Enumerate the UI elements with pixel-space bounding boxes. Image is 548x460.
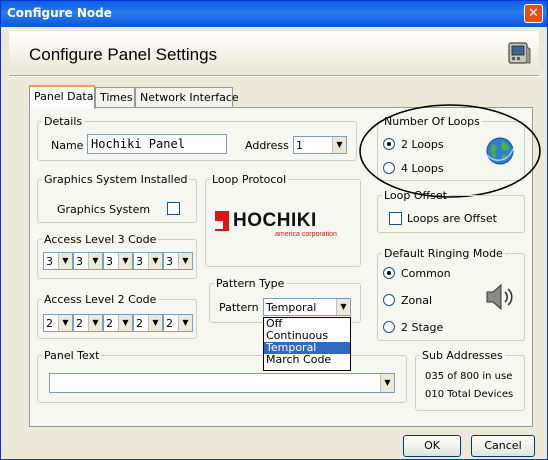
chevron-down-icon[interactable]: ▼ [118, 315, 132, 331]
tab-label: Panel Data [34, 90, 94, 103]
panel-text-select[interactable]: ▼ [49, 373, 395, 393]
chevron-down-icon[interactable]: ▼ [58, 253, 72, 269]
access3-digit-2[interactable]: 3 ▼ [73, 252, 103, 270]
chevron-down-icon[interactable]: ▼ [178, 315, 192, 331]
tab-network-interface[interactable]: Network Interface [135, 87, 239, 108]
panel-text-legend: Panel Text [44, 349, 100, 362]
access2-digit-2[interactable]: 2 ▼ [73, 314, 103, 332]
radio-2-stage[interactable] [383, 321, 395, 333]
access3-digit-5[interactable]: 3 ▼ [163, 252, 193, 270]
digit-value: 2 [46, 317, 53, 330]
cancel-button-label: Cancel [484, 439, 522, 452]
pattern-dropdown-list[interactable]: Off Continuous Temporal March Code [263, 317, 351, 371]
header-divider [9, 75, 539, 77]
hochiki-logo-text: HOCHIKI [233, 210, 317, 231]
digit-value: 2 [166, 317, 173, 330]
access3-digit-4[interactable]: 3 ▼ [133, 252, 163, 270]
panel-device-icon [508, 42, 531, 64]
ringing-mode-legend: Default Ringing Mode [384, 247, 503, 260]
digit-value: 3 [136, 255, 143, 268]
pattern-value: Temporal [266, 301, 317, 314]
chevron-down-icon[interactable]: ▼ [380, 374, 394, 392]
access3-digit-1[interactable]: 3 ▼ [43, 252, 73, 270]
address-label: Address [245, 139, 289, 152]
sub-addresses-legend: Sub Addresses [422, 349, 503, 362]
title-bar: Configure Node ✕ [1, 1, 547, 27]
details-legend: Details [44, 115, 83, 128]
digit-value: 2 [136, 317, 143, 330]
digit-value: 3 [46, 255, 53, 268]
name-label: Name [51, 139, 84, 152]
digit-value: 3 [166, 255, 173, 268]
loop-protocol-legend: Loop Protocol [212, 173, 287, 186]
address-value: 1 [296, 139, 303, 152]
access3-digit-3[interactable]: 3 ▼ [103, 252, 133, 270]
digit-value: 2 [76, 317, 83, 330]
hochiki-logo: HOCHIKI america corporation [213, 207, 351, 243]
sub-addresses-total: 010 Total Devices [425, 389, 514, 400]
cancel-button[interactable]: Cancel [471, 435, 535, 457]
loops-offset-checkbox[interactable] [389, 212, 402, 225]
access-level-3-legend: Access Level 3 Code [44, 233, 157, 246]
loops-offset-label: Loops are Offset [407, 212, 497, 225]
page-title: Configure Panel Settings [29, 45, 218, 64]
chevron-down-icon[interactable]: ▼ [148, 253, 162, 269]
speaker-icon [486, 283, 513, 311]
access-level-2-legend: Access Level 2 Code [44, 293, 157, 306]
address-select[interactable]: 1 ▼ [293, 136, 347, 154]
access2-digit-5[interactable]: 2 ▼ [163, 314, 193, 332]
configure-node-window: Configure Node ✕ Configure Panel Setting… [0, 0, 548, 460]
access2-digit-1[interactable]: 2 ▼ [43, 314, 73, 332]
tab-label: Times [100, 91, 133, 104]
radio-2-stage-label: 2 Stage [401, 321, 444, 334]
graphics-legend: Graphics System Installed [44, 173, 188, 186]
chevron-down-icon[interactable]: ▼ [88, 253, 102, 269]
chevron-down-icon[interactable]: ▼ [88, 315, 102, 331]
chevron-down-icon[interactable]: ▼ [148, 315, 162, 331]
access2-digit-4[interactable]: 2 ▼ [133, 314, 163, 332]
chevron-down-icon[interactable]: ▼ [58, 315, 72, 331]
chevron-down-icon[interactable]: ▼ [178, 253, 192, 269]
tab-times[interactable]: Times [95, 87, 135, 108]
name-input[interactable]: Hochiki Panel [87, 134, 227, 154]
graphics-checkbox-label: Graphics System [57, 203, 151, 216]
pattern-select[interactable]: Temporal ▼ [263, 298, 351, 316]
highlight-ellipse [359, 104, 541, 198]
close-icon: ✕ [528, 6, 539, 21]
radio-zonal-label: Zonal [401, 294, 433, 307]
radio-common-label: Common [401, 267, 451, 280]
ok-button-label: OK [424, 439, 440, 452]
digit-value: 2 [106, 317, 113, 330]
chevron-down-icon[interactable]: ▼ [336, 299, 350, 315]
loop-offset-legend: Loop Offset [384, 189, 447, 202]
pattern-type-legend: Pattern Type [216, 277, 285, 290]
close-button[interactable]: ✕ [524, 4, 543, 23]
chevron-down-icon[interactable]: ▼ [118, 253, 132, 269]
window-title: Configure Node [7, 6, 112, 20]
digit-value: 3 [106, 255, 113, 268]
chevron-down-icon[interactable]: ▼ [332, 137, 346, 153]
access2-digit-3[interactable]: 2 ▼ [103, 314, 133, 332]
tab-label: Network Interface [140, 91, 239, 104]
pattern-label: Pattern [219, 301, 259, 314]
sub-addresses-in-use: 035 of 800 in use [425, 371, 513, 382]
ok-button[interactable]: OK [403, 435, 461, 457]
hochiki-logo-subtext: america corporation [275, 231, 337, 238]
pattern-option-march-code[interactable]: March Code [264, 354, 350, 366]
tab-panel-data[interactable]: Panel Data [29, 85, 95, 109]
loop-offset-group: Loop Offset [377, 189, 525, 233]
graphics-checkbox[interactable] [167, 202, 180, 215]
digit-value: 3 [76, 255, 83, 268]
radio-zonal[interactable] [383, 294, 395, 306]
radio-common[interactable] [383, 267, 395, 279]
